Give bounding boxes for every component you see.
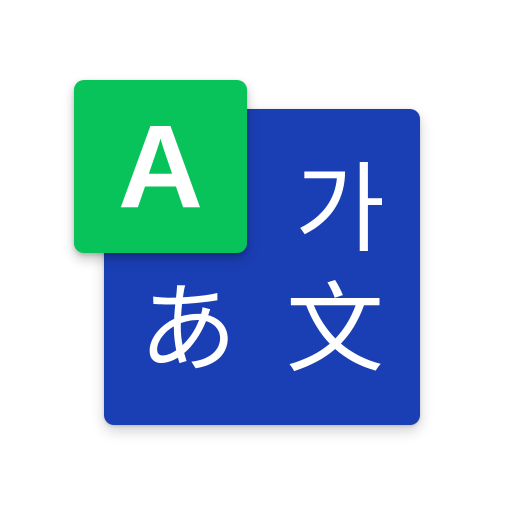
japanese-glyph: あ — [138, 273, 237, 387]
korean-glyph: 가 — [294, 153, 386, 267]
chinese-glyph: 文 — [285, 273, 384, 387]
latin-glyph: A — [117, 100, 204, 233]
translate-icon: 가 あ 文 A — [0, 0, 512, 512]
